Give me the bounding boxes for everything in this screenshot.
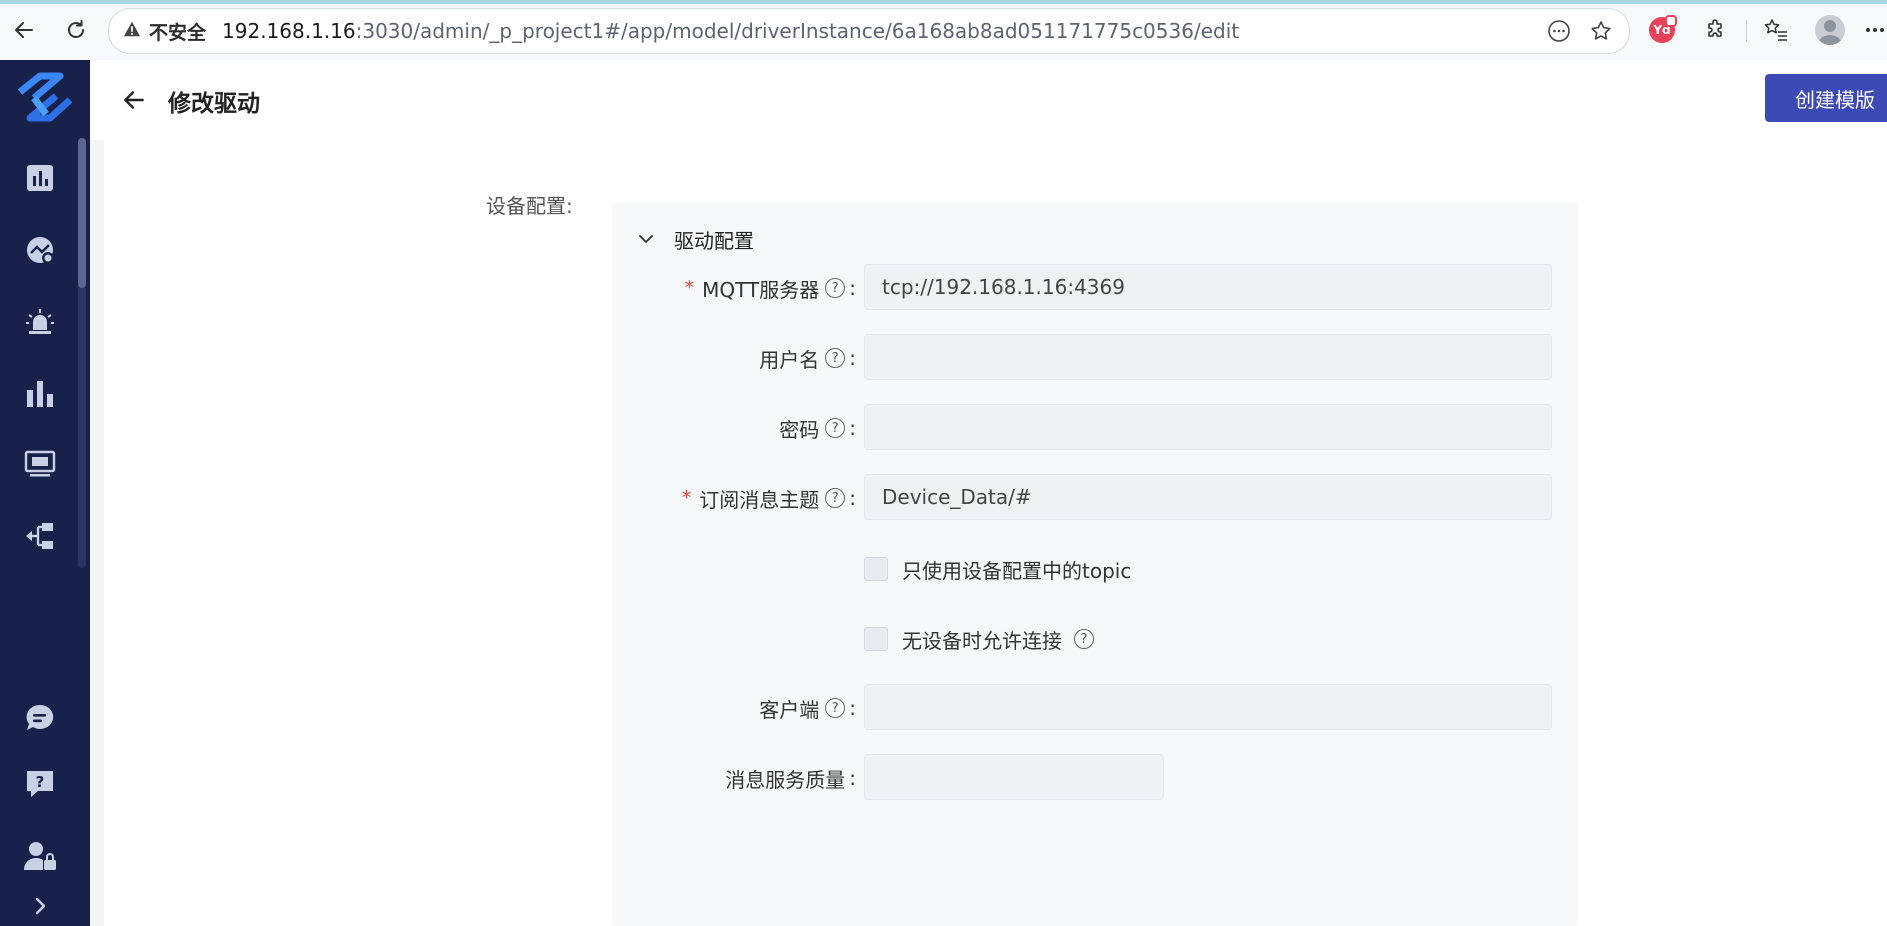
main-content: 设备配置: 驱动配置 * MQTT服务器 ? : tcp://192.168.1…	[104, 140, 1887, 926]
toolbar-divider	[1746, 20, 1747, 42]
more-options-circle-icon[interactable]	[1545, 17, 1573, 45]
page-title: 修改驱动	[168, 91, 260, 117]
address-bar[interactable]: 不安全 192.168.1.16:3030/admin/_p_project1#…	[108, 8, 1630, 54]
client-row: 客户端 ? :	[612, 684, 1578, 732]
url-path: :3030/admin/_p_project1#/app/model/drive…	[355, 19, 1240, 43]
create-template-button[interactable]: 创建模版	[1765, 74, 1887, 122]
favorite-star-icon[interactable]	[1587, 17, 1615, 45]
extension-yd-button[interactable]: Yd	[1646, 14, 1678, 46]
mqtt-server-label-group: * MQTT服务器 ? :	[685, 264, 856, 312]
allow-no-device-label: 无设备时允许连接	[902, 628, 1062, 653]
label-colon: :	[849, 346, 856, 370]
profile-avatar[interactable]	[1814, 14, 1846, 46]
username-input[interactable]	[864, 334, 1552, 380]
user-lock-icon[interactable]	[22, 838, 58, 874]
topic-label: 订阅消息主题	[699, 487, 820, 512]
label-colon: :	[849, 486, 856, 510]
expand-icon[interactable]	[22, 888, 58, 924]
client-label-group: 客户端 ? :	[759, 684, 856, 732]
extensions-puzzle-icon[interactable]	[1700, 14, 1732, 46]
help-circle-icon[interactable]: ?	[1074, 629, 1094, 649]
section-title: 驱动配置	[674, 228, 754, 253]
browser-reload-button[interactable]	[60, 14, 92, 46]
security-status-label[interactable]: 不安全	[149, 18, 206, 45]
qos-label: 消息服务质量	[725, 767, 846, 792]
help-circle-icon[interactable]: ?	[825, 348, 846, 368]
chat-icon[interactable]	[22, 700, 58, 736]
help-circle-icon[interactable]: ?	[825, 278, 846, 298]
tab-strip-edge	[0, 0, 1887, 4]
mqtt-server-input[interactable]: tcp://192.168.1.16:4369	[864, 264, 1552, 310]
topic-input[interactable]: Device_Data/#	[864, 474, 1552, 520]
flow-icon[interactable]	[22, 518, 58, 554]
label-colon: :	[849, 766, 856, 790]
mqtt-server-row: * MQTT服务器 ? : tcp://192.168.1.16:4369	[612, 264, 1578, 312]
app-logo[interactable]	[14, 70, 76, 126]
password-label: 密码	[779, 417, 820, 442]
page-header: 修改驱动 创建模版	[90, 60, 1887, 140]
monitor-chart-icon[interactable]	[22, 232, 58, 268]
screen-icon[interactable]	[22, 446, 58, 482]
driver-config-panel: 驱动配置 * MQTT服务器 ? : tcp://192.168.1.16:43…	[612, 202, 1578, 926]
label-colon: :	[849, 416, 856, 440]
required-asterisk: *	[684, 277, 695, 299]
bar-chart-icon[interactable]	[22, 376, 58, 412]
browser-menu-icon[interactable]	[1862, 14, 1887, 46]
label-colon: :	[849, 696, 856, 720]
device-config-label: 设备配置:	[486, 194, 573, 218]
only-device-topic-checkbox[interactable]	[864, 557, 888, 581]
sidebar: ?	[0, 60, 90, 926]
help-circle-icon[interactable]: ?	[825, 418, 846, 438]
client-input[interactable]	[864, 684, 1552, 730]
qos-row: 消息服务质量 :	[612, 754, 1578, 802]
svg-text:?: ?	[36, 773, 45, 791]
driver-config-collapse-header[interactable]: 驱动配置	[636, 224, 754, 254]
username-label-group: 用户名 ? :	[759, 334, 856, 382]
password-input[interactable]	[864, 404, 1552, 450]
alarm-icon[interactable]	[22, 304, 58, 340]
password-label-group: 密码 ? :	[779, 404, 856, 452]
mqtt-server-label: MQTT服务器	[702, 277, 820, 302]
back-arrow-icon[interactable]	[118, 84, 150, 116]
url-host: 192.168.1.16	[222, 19, 356, 43]
chevron-down-icon	[639, 235, 653, 243]
dashboard-icon[interactable]	[22, 160, 58, 196]
only-device-topic-label: 只使用设备配置中的topic	[902, 558, 1132, 583]
topic-row: * 订阅消息主题 ? : Device_Data/#	[612, 474, 1578, 522]
browser-back-button[interactable]	[8, 14, 40, 46]
help-circle-icon[interactable]: ?	[825, 698, 846, 718]
warning-icon[interactable]	[123, 20, 141, 42]
allow-no-device-checkbox[interactable]	[864, 627, 888, 651]
only-device-topic-checkbox-row[interactable]: 只使用设备配置中的topic	[864, 554, 1131, 584]
qos-label-group: 消息服务质量 :	[725, 754, 856, 802]
browser-toolbar: 不安全 192.168.1.16:3030/admin/_p_project1#…	[0, 0, 1887, 61]
label-colon: :	[849, 276, 856, 300]
password-row: 密码 ? :	[612, 404, 1578, 452]
topic-label-group: * 订阅消息主题 ? :	[682, 474, 856, 522]
allow-no-device-checkbox-row[interactable]: 无设备时允许连接 ?	[864, 624, 1094, 654]
username-label: 用户名	[759, 347, 820, 372]
username-row: 用户名 ? :	[612, 334, 1578, 382]
required-asterisk: *	[681, 487, 692, 509]
qos-select[interactable]	[864, 754, 1164, 800]
client-label: 客户端	[759, 697, 820, 722]
help-icon[interactable]: ?	[22, 766, 58, 802]
sidebar-scroll-thumb[interactable]	[78, 138, 86, 288]
help-circle-icon[interactable]: ?	[825, 488, 846, 508]
favorites-list-icon[interactable]	[1760, 14, 1792, 46]
